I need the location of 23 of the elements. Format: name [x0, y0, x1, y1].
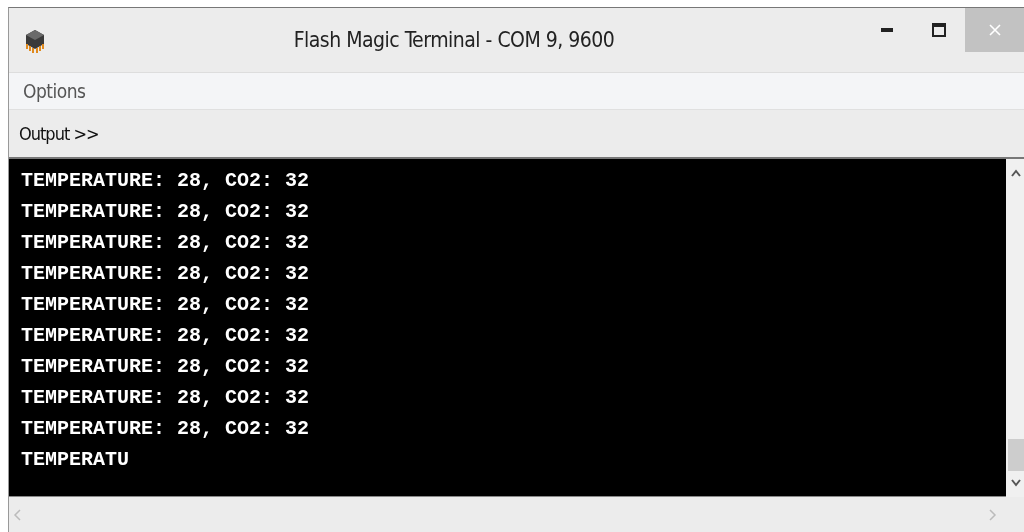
- output-toggle[interactable]: Output >>: [19, 123, 99, 144]
- terminal-line: TEMPERATURE: 28, CO2: 32: [21, 230, 311, 256]
- menu-item[interactable]: Options: [23, 80, 86, 102]
- maximize-icon: [932, 23, 946, 37]
- chip-icon: [23, 27, 47, 53]
- terminal-line: TEMPERATURE: 28, CO2: 32: [21, 261, 311, 287]
- scroll-left-icon[interactable]: [13, 509, 21, 521]
- scroll-thumb[interactable]: [1008, 439, 1024, 471]
- scroll-right-icon[interactable]: [989, 509, 997, 521]
- close-icon: [989, 24, 1001, 36]
- terminal-line: TEMPERATURE: 28, CO2: 32: [21, 385, 311, 411]
- minimize-icon: [881, 28, 893, 32]
- scroll-down-icon[interactable]: [1010, 479, 1021, 487]
- terminal-line: TEMPERATURE: 28, CO2: 32: [21, 323, 311, 349]
- window-title: Flash Magic Terminal - COM 9, 9600: [292, 28, 616, 52]
- terminal-line: TEMPERATU: [21, 447, 131, 473]
- scroll-up-icon[interactable]: [1010, 169, 1021, 177]
- terminal-line: TEMPERATURE: 28, CO2: 32: [21, 168, 311, 194]
- terminal-line: TEMPERATURE: 28, CO2: 32: [21, 354, 311, 380]
- terminal-line: TEMPERATURE: 28, CO2: 32: [21, 292, 311, 318]
- vertical-scrollbar[interactable]: [1006, 159, 1024, 497]
- terminal-line: TEMPERATURE: 28, CO2: 32: [21, 199, 311, 225]
- terminal-line: TEMPERATURE: 28, CO2: 32: [21, 416, 311, 442]
